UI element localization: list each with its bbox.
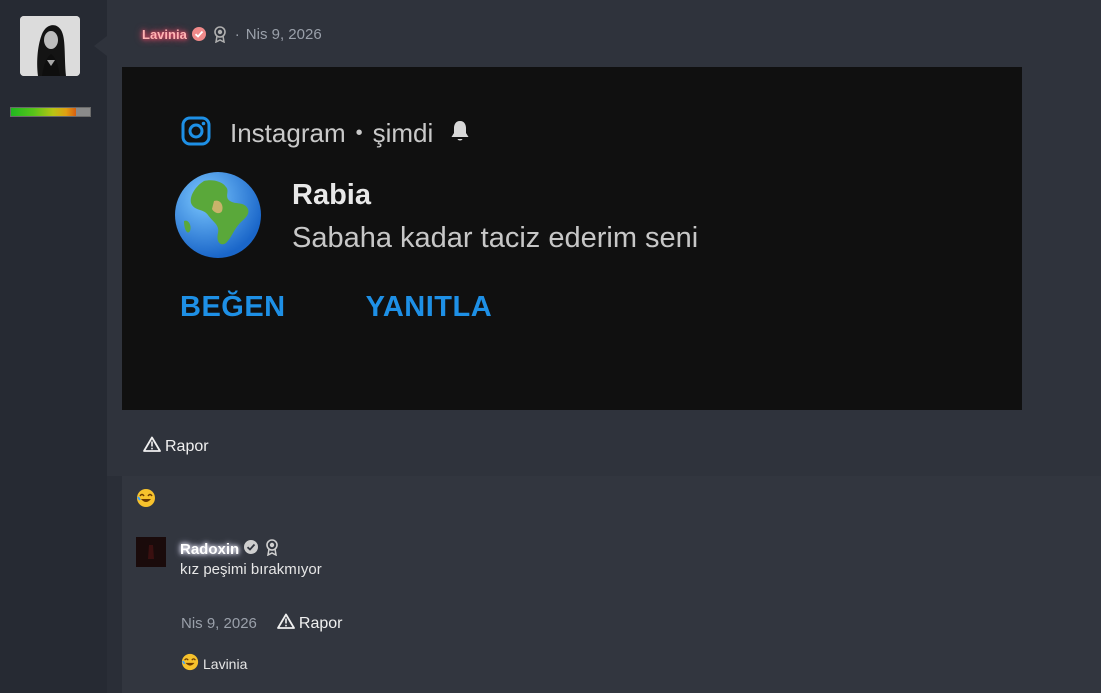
notification-header: Instagram • şimdi bbox=[180, 115, 471, 152]
reply-action: YANITLA bbox=[365, 291, 493, 323]
attached-screenshot[interactable]: Instagram • şimdi Rabia Sabaha kadar tac… bbox=[122, 67, 1022, 410]
reputation-bar bbox=[10, 107, 91, 117]
notification-text: Rabia Sabaha kadar taciz ederim seni bbox=[292, 171, 698, 255]
post-date-separator: · bbox=[234, 25, 240, 43]
notification-time: şimdi bbox=[372, 118, 434, 148]
post-container: Lavinia · Nis 9, 2026 Instagram • şimdi bbox=[107, 0, 1101, 476]
avatar-pointer bbox=[94, 36, 107, 56]
globe-icon bbox=[175, 172, 261, 258]
instagram-icon bbox=[180, 115, 212, 152]
notification-bullet: • bbox=[355, 122, 363, 144]
notification-actions: BEĞEN YANITLA bbox=[180, 291, 492, 324]
post-report-label: Rapor bbox=[165, 437, 209, 455]
reply-header: Radoxin bbox=[180, 538, 281, 561]
reply-section: Radoxin kız peşimi bırakmıyor Nis 9, 202… bbox=[122, 476, 1101, 693]
reply-reaction[interactable]: Lavinia bbox=[181, 653, 247, 674]
post-author[interactable]: Lavinia bbox=[142, 27, 187, 42]
verified-icon bbox=[191, 26, 207, 42]
post-header: Lavinia · Nis 9, 2026 bbox=[142, 24, 322, 44]
notification-app-name: Instagram bbox=[230, 118, 346, 148]
user-sidebar bbox=[0, 0, 107, 693]
reply-report-button[interactable]: Rapor bbox=[276, 613, 343, 634]
notification-message: Sabaha kadar taciz ederim seni bbox=[292, 222, 699, 254]
post-report-button[interactable]: Rapor bbox=[143, 436, 209, 457]
laughing-emoji-icon bbox=[181, 653, 199, 674]
reply-meta: Nis 9, 2026 Rapor bbox=[181, 613, 342, 634]
reply-author[interactable]: Radoxin bbox=[180, 541, 239, 558]
reaction-user[interactable]: Lavinia bbox=[203, 656, 247, 672]
reputation-fill bbox=[11, 108, 90, 116]
warning-icon bbox=[143, 436, 161, 457]
avatar-image bbox=[20, 16, 80, 76]
reply-avatar[interactable] bbox=[136, 537, 166, 567]
reply-date[interactable]: Nis 9, 2026 bbox=[181, 615, 257, 632]
notification-sender: Rabia bbox=[292, 179, 371, 211]
avatar[interactable] bbox=[20, 16, 80, 76]
notification-body: Rabia Sabaha kadar taciz ederim seni bbox=[174, 171, 698, 259]
award-icon bbox=[263, 538, 281, 561]
reply-text: kız peşimi bırakmıyor bbox=[180, 561, 322, 578]
verified-icon bbox=[243, 539, 259, 560]
like-action: BEĞEN bbox=[180, 291, 286, 323]
warning-icon bbox=[276, 613, 295, 634]
award-icon bbox=[211, 25, 229, 43]
reply-report-label: Rapor bbox=[298, 614, 343, 632]
bell-icon bbox=[449, 119, 471, 148]
laughing-emoji-icon[interactable] bbox=[136, 488, 156, 513]
post-date[interactable]: Nis 9, 2026 bbox=[246, 26, 322, 43]
